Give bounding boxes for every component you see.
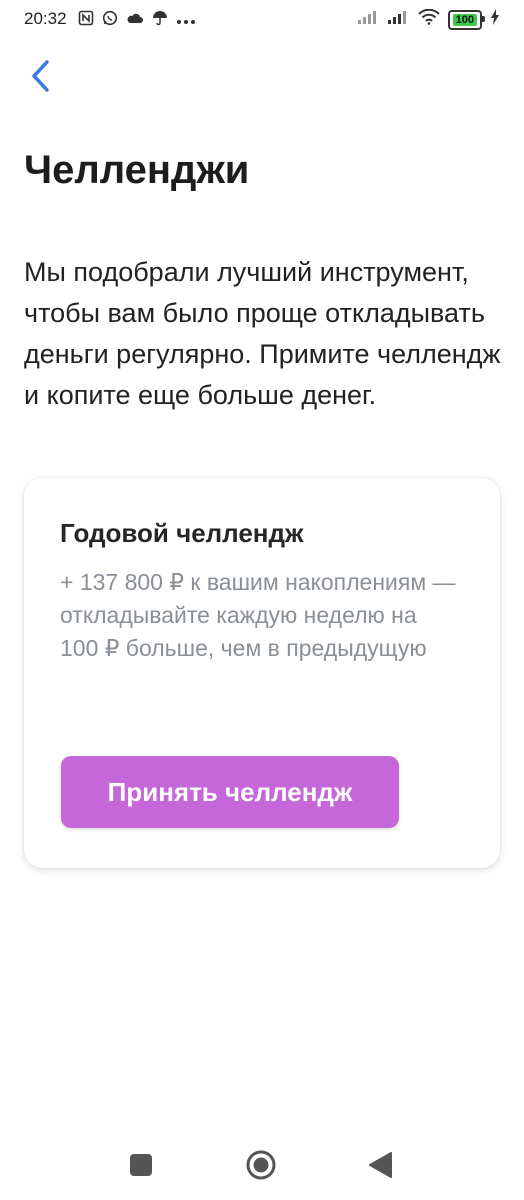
challenge-description: + 137 800 ₽ к вашим накоплениям — отклад…	[60, 569, 456, 661]
signal-icon	[357, 10, 380, 29]
intro-text: Мы подобрали лучший инструмент, чтобы ва…	[24, 257, 501, 410]
page-title: Челленджи	[24, 148, 250, 192]
whatsapp-icon	[102, 10, 118, 29]
navigation-bar	[0, 1130, 524, 1200]
more-icon	[176, 12, 196, 28]
home-circle-icon	[246, 1150, 276, 1180]
accept-challenge-button[interactable]: Принять челлендж	[61, 756, 399, 828]
status-right-icons: 100	[357, 8, 500, 30]
nav-back-button[interactable]	[367, 1151, 393, 1179]
back-button[interactable]	[22, 56, 62, 96]
battery-level: 100	[452, 13, 477, 26]
nfc-icon	[78, 10, 94, 29]
umbrella-icon	[152, 10, 168, 29]
status-left-icons	[78, 10, 196, 29]
triangle-back-icon	[369, 1152, 392, 1178]
wifi-icon	[417, 8, 440, 30]
cloud-icon	[126, 11, 144, 28]
challenge-card: Годовой челлендж + 137 800 ₽ к вашим нак…	[24, 478, 500, 868]
battery-icon: 100	[447, 9, 486, 30]
status-bar: 20:32 100	[0, 0, 524, 38]
recents-button[interactable]	[130, 1154, 152, 1176]
charging-icon	[490, 9, 500, 30]
chevron-left-icon	[32, 60, 49, 92]
home-button[interactable]	[245, 1149, 277, 1181]
signal-icon	[387, 10, 410, 29]
status-time: 20:32	[24, 9, 67, 28]
challenge-title: Годовой челлендж	[60, 518, 304, 548]
